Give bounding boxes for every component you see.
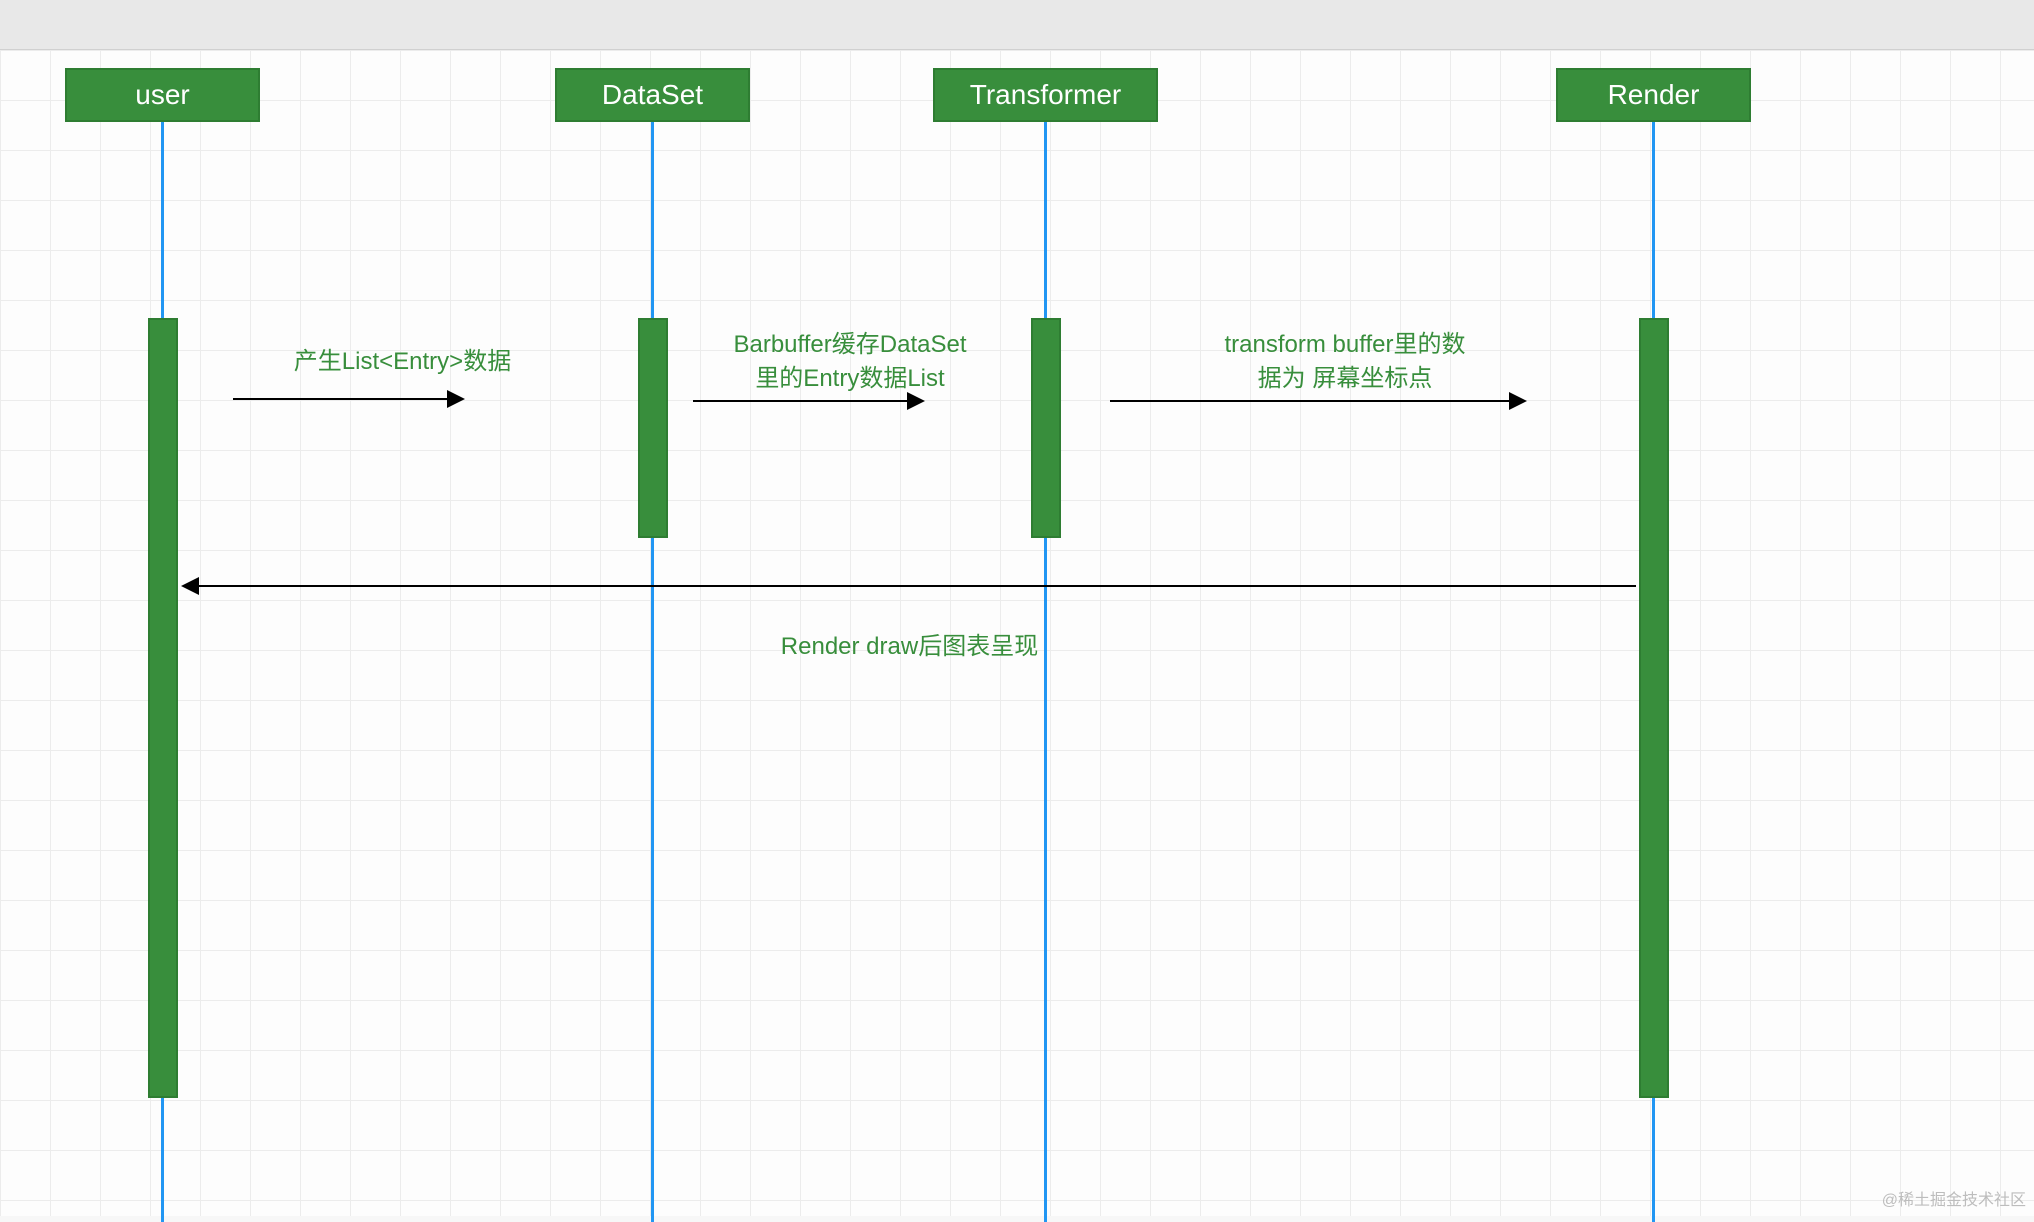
participant-transformer-label: Transformer <box>970 79 1121 111</box>
activation-transformer <box>1031 318 1061 538</box>
participant-dataset: DataSet <box>555 68 750 122</box>
message-1-label: 产生List<Entry>数据 <box>205 345 600 379</box>
participant-render-label: Render <box>1608 79 1700 111</box>
activation-dataset <box>638 318 668 538</box>
window-top-bar <box>0 0 2034 50</box>
message-2-label: Barbuffer缓存DataSet 里的Entry数据List <box>690 328 1010 395</box>
activation-render <box>1639 318 1669 1098</box>
participant-user-label: user <box>135 79 189 111</box>
message-2-arrow <box>693 400 923 402</box>
message-4-label: Render draw后图表呈现 <box>183 630 1636 664</box>
diagram-canvas: user DataSet Transformer Render 产生List<E… <box>0 50 2034 1216</box>
participant-render: Render <box>1556 68 1751 122</box>
participant-dataset-label: DataSet <box>602 79 703 111</box>
watermark: @稀土掘金技术社区 <box>1882 1186 2026 1210</box>
message-4-arrow <box>183 585 1636 587</box>
lifeline-dataset <box>651 122 654 1222</box>
lifeline-transformer <box>1044 122 1047 1222</box>
participant-transformer: Transformer <box>933 68 1158 122</box>
message-3-label: transform buffer里的数 据为 屏幕坐标点 <box>1110 328 1580 395</box>
message-3-arrow <box>1110 400 1525 402</box>
message-1-arrow <box>233 398 463 400</box>
participant-user: user <box>65 68 260 122</box>
activation-user <box>148 318 178 1098</box>
